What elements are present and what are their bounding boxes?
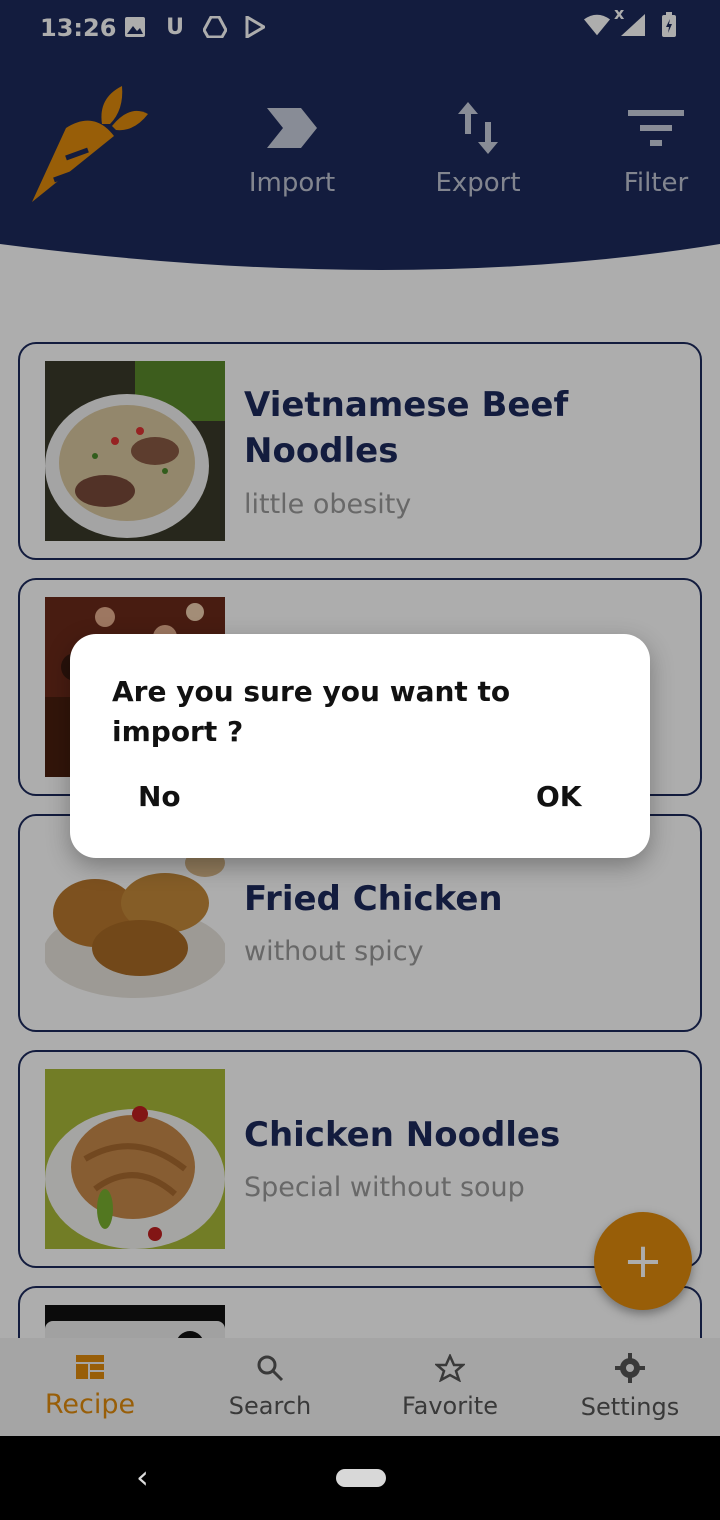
no-button[interactable]: No <box>138 780 181 813</box>
ok-button[interactable]: OK <box>536 780 582 813</box>
back-icon[interactable]: ‹ <box>136 1458 149 1496</box>
home-pill[interactable] <box>336 1469 386 1493</box>
import-confirm-dialog: Are you sure you want to import ? No OK <box>70 634 650 858</box>
dialog-message: Are you sure you want to import ? <box>112 675 511 748</box>
